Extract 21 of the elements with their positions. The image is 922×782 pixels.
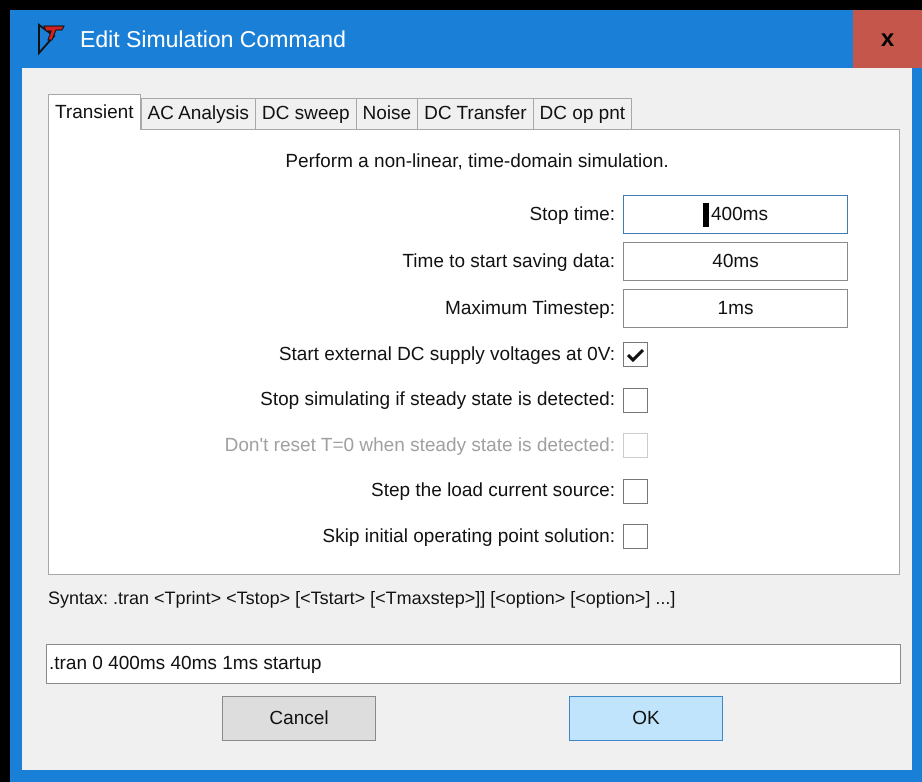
tab[interactable]: AC Analysis [140, 98, 256, 130]
input-field[interactable]: 40ms [623, 242, 848, 281]
checkbox-label: Start external DC supply voltages at 0V: [278, 344, 616, 366]
syntax-text: Syntax: .tran <Tprint> <Tstop> [<Tstart> [<Tmaxstep>]] [<option> [<option>] ...] [48, 588, 676, 608]
description-text: Perform a non-linear, time-domain simulation. [284, 151, 670, 173]
input-field[interactable]: 1ms [623, 289, 848, 328]
tab[interactable]: DC op pnt [532, 98, 632, 130]
close-button[interactable]: x [853, 10, 922, 68]
checkbox-label: Skip initial operating point solution: [321, 526, 616, 548]
checkbox-label: Stop simulating if steady state is detected: [259, 389, 616, 412]
field-label: Stop time: [528, 204, 616, 226]
window-title: Edit Simulation Command [80, 26, 347, 52]
checkbox-label: Step the load current source: [370, 480, 616, 502]
cancel-button[interactable]: Cancel [222, 696, 376, 741]
field-label: Maximum Timestep: [444, 298, 616, 320]
tab[interactable]: Transient [48, 94, 140, 130]
command-field[interactable]: .tran 0 400ms 40ms 1ms startup [46, 644, 901, 684]
input-field[interactable]: 400ms [623, 195, 848, 234]
ok-button[interactable]: OK [569, 696, 723, 741]
checkbox-label: Don't reset T=0 when steady state is detected: [224, 434, 616, 457]
field-label: Time to start saving data: [401, 250, 616, 272]
